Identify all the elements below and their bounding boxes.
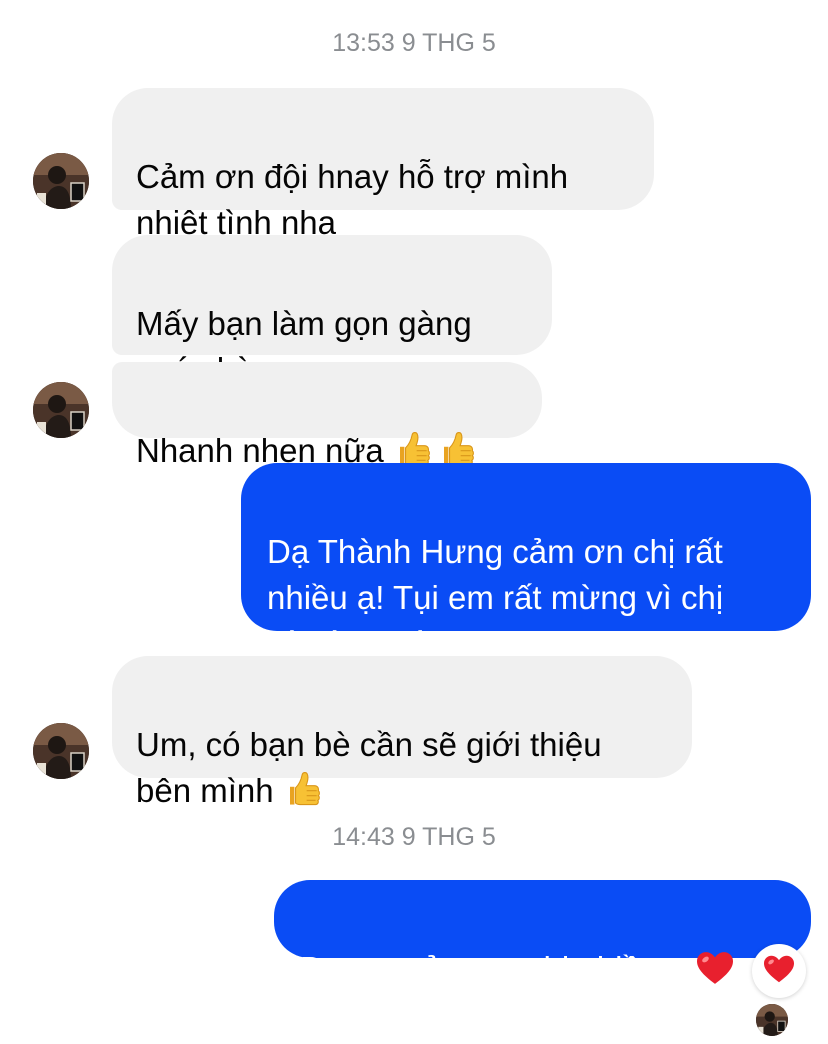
seen-receipt-avatar bbox=[756, 1004, 788, 1036]
message-bubble-outgoing[interactable]: Dạ em cảm ơn chị nhiều ạ bbox=[274, 880, 811, 987]
message-bubble-incoming[interactable]: Nhanh nhẹn nữa bbox=[112, 362, 542, 469]
message-text: Cảm ơn đội hnay hỗ trợ mình nhiệt tình n… bbox=[136, 158, 569, 241]
red-heart-icon bbox=[763, 954, 795, 989]
message-text: Dạ Thành Hưng cảm ơn chị rất nhiều ạ! Tụ… bbox=[267, 533, 724, 662]
timestamp-top: 13:53 9 THG 5 bbox=[332, 29, 496, 57]
message-text: Dạ em cảm ơn chị nhiều ạ bbox=[300, 950, 687, 987]
red-heart-icon bbox=[695, 950, 735, 998]
thumbs-up-icon bbox=[280, 770, 320, 820]
avatar[interactable] bbox=[33, 382, 89, 438]
avatar[interactable] bbox=[33, 723, 89, 779]
timestamp-bottom: 14:43 9 THG 5 bbox=[332, 823, 496, 851]
message-bubble-incoming[interactable]: Cảm ơn đội hnay hỗ trợ mình nhiệt tình n… bbox=[112, 88, 654, 241]
message-text: Um, có bạn bè cần sẽ giới thiệu bên mình bbox=[136, 726, 602, 809]
avatar[interactable] bbox=[33, 153, 89, 209]
message-reaction[interactable] bbox=[752, 944, 806, 998]
message-bubble-incoming[interactable]: Mấy bạn làm gọn gàng quá chừng bbox=[112, 235, 552, 388]
message-bubble-outgoing[interactable]: Dạ Thành Hưng cảm ơn chị rất nhiều ạ! Tụ… bbox=[241, 463, 811, 662]
message-bubble-incoming[interactable]: Um, có bạn bè cần sẽ giới thiệu bên mình bbox=[112, 656, 692, 809]
